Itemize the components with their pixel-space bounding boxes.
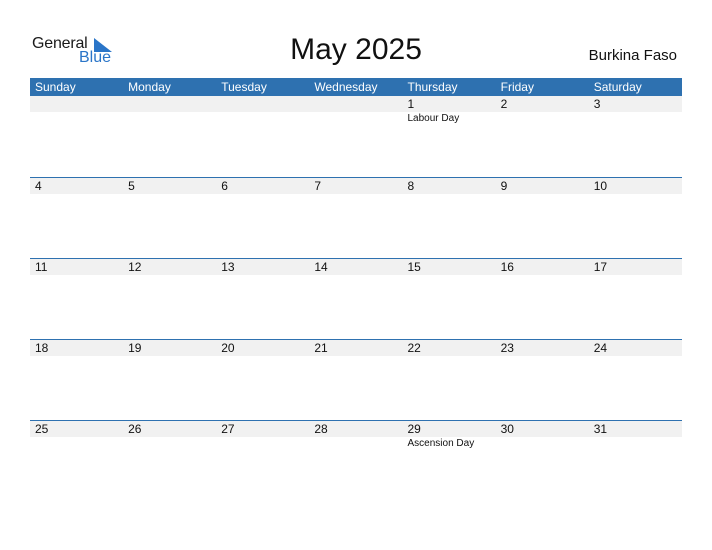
day-cell: 22 (403, 340, 496, 356)
week-cells: 1 Labour Day 2 3 (30, 96, 682, 126)
country-name: Burkina Faso (588, 47, 677, 64)
day-cell: 21 (309, 340, 402, 356)
day-number: 5 (128, 179, 135, 193)
day-cell: 17 (589, 259, 682, 275)
week-cells: 18 19 20 21 22 23 24 (30, 340, 682, 356)
day-number: 7 (314, 179, 322, 193)
day-number: 29 (407, 422, 421, 436)
week-cells: 4 5 6 7 8 9 10 (30, 178, 682, 194)
day-cell: 2 (496, 96, 589, 126)
day-number: 20 (221, 341, 235, 355)
day-cell: 4 (30, 178, 123, 194)
day-number: 22 (407, 341, 421, 355)
day-number: 19 (128, 341, 142, 355)
weekday-thursday: Thursday (407, 80, 458, 94)
day-cell: 29 Ascension Day (403, 421, 496, 451)
day-cell: 20 (216, 340, 309, 356)
weekday-monday: Monday (128, 80, 171, 94)
day-cell (309, 96, 402, 126)
holiday-label: Ascension Day (407, 438, 475, 449)
day-cell: 10 (589, 178, 682, 194)
week-cells: 25 26 27 28 29 Ascension Day 30 31 (30, 421, 682, 451)
day-number: 16 (500, 260, 514, 274)
day-cell: 30 (496, 421, 589, 451)
day-number: 2 (500, 97, 508, 111)
day-number: 3 (593, 97, 601, 111)
day-number: 26 (128, 422, 142, 436)
day-cell: 18 (30, 340, 123, 356)
week-row: 1 Labour Day 2 3 (30, 96, 682, 177)
day-number: 18 (35, 341, 49, 355)
week-row: 25 26 27 28 29 Ascension Day 30 31 (30, 420, 682, 501)
day-cell: 26 (123, 421, 216, 451)
weekday-header: Sunday Monday Tuesday Wednesday Thursday… (30, 78, 682, 96)
day-number: 6 (221, 179, 228, 193)
day-number (314, 96, 402, 112)
week-row: 4 5 6 7 8 9 10 (30, 177, 682, 258)
day-cell: 27 (216, 421, 309, 451)
day-cell: 5 (123, 178, 216, 194)
day-number: 12 (128, 260, 142, 274)
day-cell: 25 (30, 421, 123, 451)
day-number (221, 96, 309, 112)
week-cells: 11 12 13 14 15 16 17 (30, 259, 682, 275)
day-cell: 15 (403, 259, 496, 275)
day-number: 30 (500, 422, 514, 436)
day-cell: 1 Labour Day (403, 96, 496, 126)
day-number: 10 (593, 179, 608, 193)
day-number: 1 (407, 97, 415, 111)
day-number: 28 (314, 422, 328, 436)
day-cell: 24 (589, 340, 682, 356)
day-number (35, 96, 123, 112)
day-number: 14 (314, 260, 328, 274)
day-cell (123, 96, 216, 126)
day-cell: 3 (589, 96, 682, 126)
day-number: 17 (593, 260, 608, 274)
day-cell: 11 (30, 259, 123, 275)
week-row: 18 19 20 21 22 23 24 (30, 339, 682, 420)
day-cell: 28 (309, 421, 402, 451)
day-number: 4 (35, 179, 42, 193)
day-cell (216, 96, 309, 126)
day-number: 31 (593, 422, 608, 436)
day-cell: 23 (496, 340, 589, 356)
day-number: 13 (221, 260, 235, 274)
week-row: 11 12 13 14 15 16 17 (30, 258, 682, 339)
day-number: 21 (314, 341, 328, 355)
day-cell: 13 (216, 259, 309, 275)
calendar-grid: Sunday Monday Tuesday Wednesday Thursday… (30, 78, 682, 501)
day-number: 9 (500, 179, 508, 193)
day-number: 25 (35, 422, 49, 436)
weekday-wednesday: Wednesday (314, 80, 378, 94)
day-cell: 31 (589, 421, 682, 451)
weekday-sunday: Sunday (35, 80, 76, 94)
day-cell: 12 (123, 259, 216, 275)
day-cell: 7 (309, 178, 402, 194)
day-cell: 8 (403, 178, 496, 194)
day-number: 27 (221, 422, 235, 436)
day-cell: 16 (496, 259, 589, 275)
day-cell: 19 (123, 340, 216, 356)
day-cell: 6 (216, 178, 309, 194)
holiday-label: Labour Day (407, 113, 460, 124)
day-cell: 14 (309, 259, 402, 275)
day-number: 15 (407, 260, 421, 274)
weekday-tuesday: Tuesday (221, 80, 267, 94)
day-number: 8 (407, 179, 415, 193)
weekday-saturday: Saturday (593, 80, 642, 94)
day-number: 11 (35, 260, 48, 274)
day-number (128, 96, 216, 112)
day-cell: 9 (496, 178, 589, 194)
day-number: 24 (593, 341, 608, 355)
day-cell (30, 96, 123, 126)
day-number: 23 (500, 341, 514, 355)
weekday-friday: Friday (500, 80, 534, 94)
weeks-container: 1 Labour Day 2 3 4 5 6 7 8 9 10 11 12 13 14 15 16 17 18 19 2… (30, 96, 682, 501)
